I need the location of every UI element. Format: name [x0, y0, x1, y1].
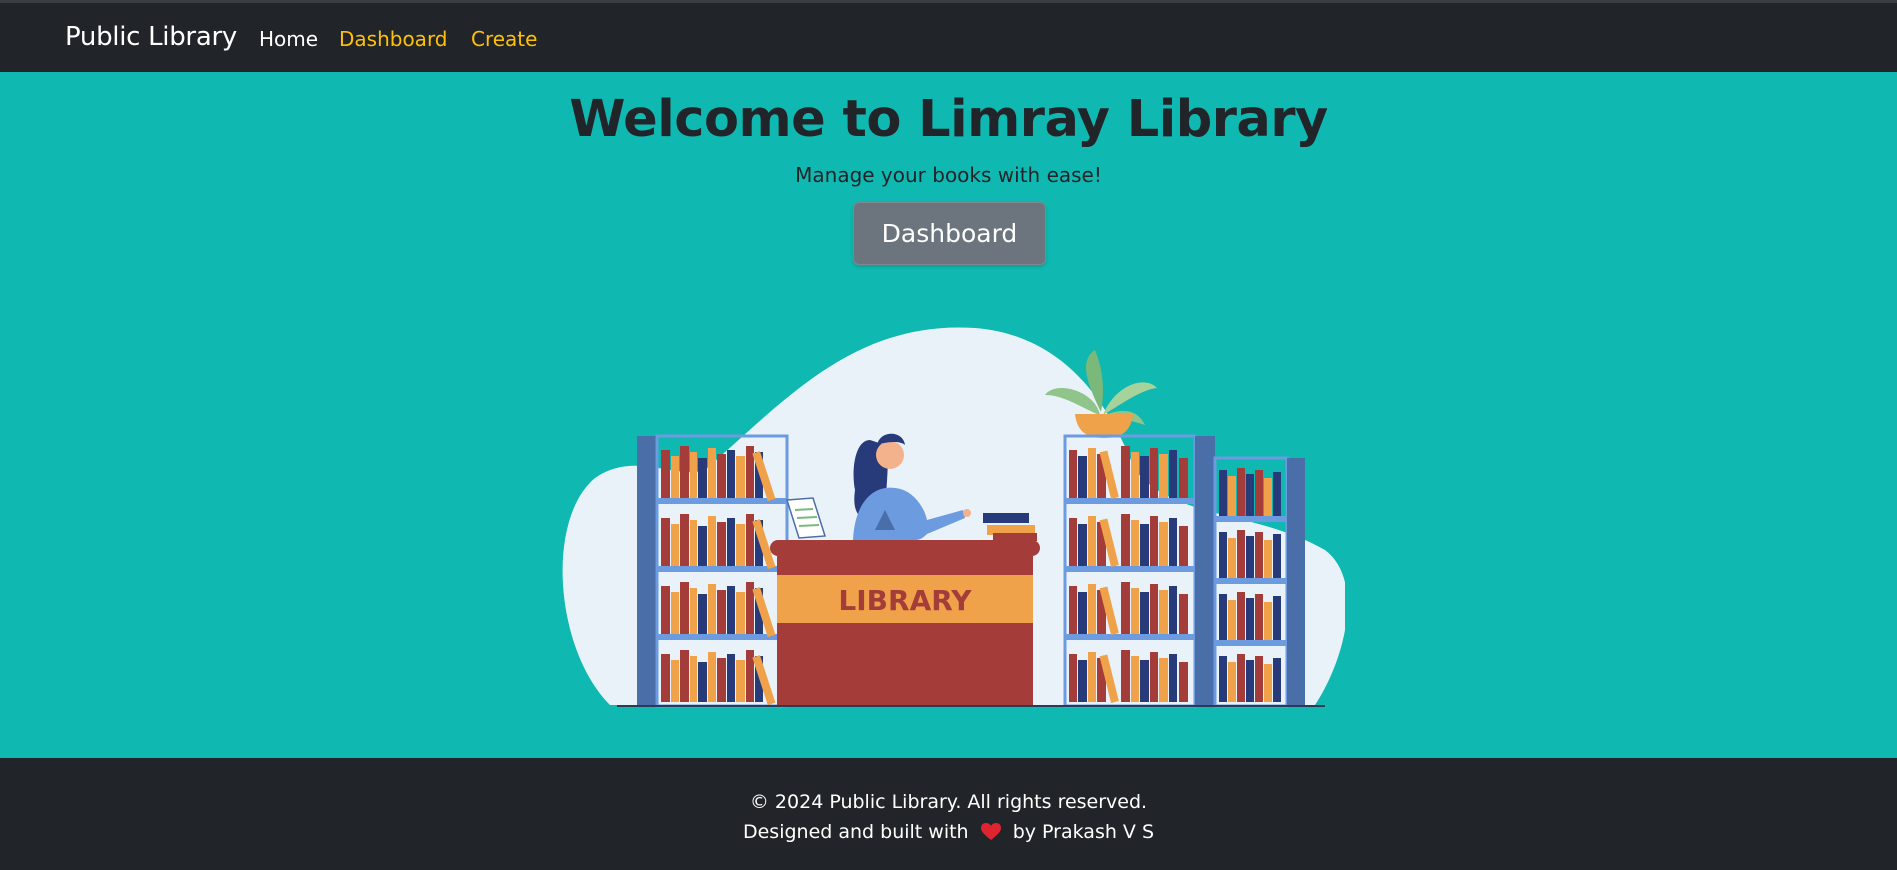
- nav-link-home[interactable]: Home: [259, 27, 318, 51]
- dashboard-button[interactable]: Dashboard: [853, 202, 1046, 265]
- footer-credit-prefix: Designed and built with: [742, 821, 969, 843]
- nav-link-dashboard[interactable]: Dashboard: [339, 27, 448, 51]
- footer-copyright: © 2024 Public Library. All rights reserv…: [749, 791, 1148, 813]
- librarian-illustration: LIBRARY: [562, 327, 1345, 708]
- desk-sign: LIBRARY: [838, 584, 972, 617]
- navbar-brand[interactable]: Public Library: [65, 22, 237, 52]
- footer: © 2024 Public Library. All rights reserv…: [0, 758, 1897, 870]
- hero-subtitle: Manage your books with ease!: [795, 163, 1102, 187]
- heart-icon: [980, 823, 1001, 846]
- library-desk: LIBRARY: [770, 513, 1040, 706]
- small-bookshelf: [1213, 456, 1305, 708]
- footer-credit-suffix: by Prakash V S: [1012, 821, 1155, 843]
- footer-credit: Designed and built with by Prakash V S: [0, 821, 1897, 846]
- navbar: Public Library Home Dashboard Create: [0, 0, 1897, 72]
- hero-title: Welcome to Limray Library: [569, 90, 1328, 149]
- nav-link-create[interactable]: Create: [471, 27, 537, 51]
